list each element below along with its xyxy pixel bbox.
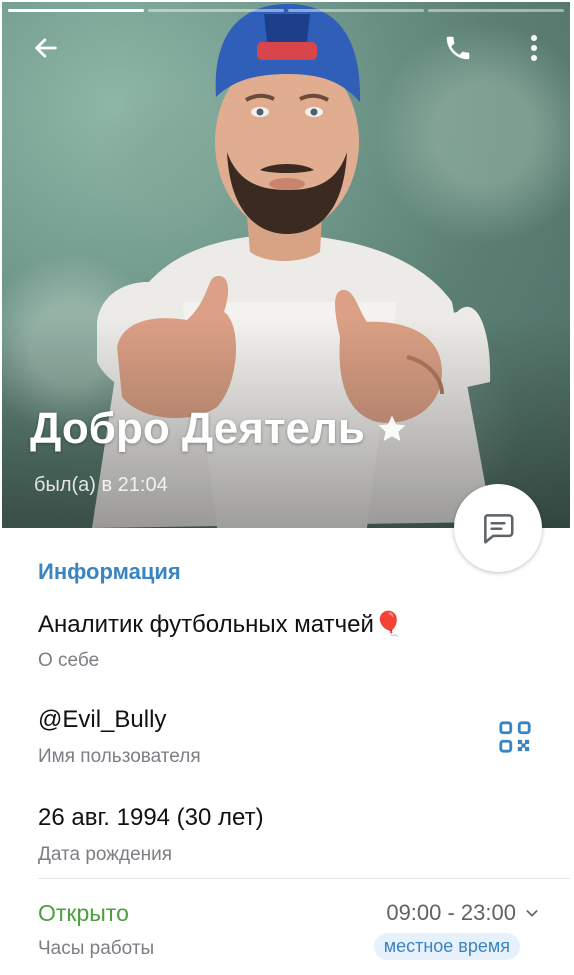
profile-photo[interactable]: Добро Деятель был(а) в 21:04 xyxy=(2,2,570,528)
story-progress-segment xyxy=(428,9,564,12)
business-hours[interactable]: 09:00 - 23:00 xyxy=(386,900,540,926)
phone-icon xyxy=(446,36,470,60)
divider xyxy=(38,878,570,879)
business-status: Открыто xyxy=(38,900,129,926)
business-hours-label: Часы работы xyxy=(38,938,155,959)
business-hours-value: 09:00 - 23:00 xyxy=(386,900,516,925)
back-button[interactable] xyxy=(26,28,66,68)
section-title-info: Информация xyxy=(38,559,181,584)
arrow-left-icon xyxy=(35,38,57,58)
story-progress-segment xyxy=(148,9,284,12)
bio-label: О себе xyxy=(38,650,100,671)
username-label: Имя пользователя xyxy=(38,746,201,767)
story-progress xyxy=(8,9,564,12)
star-icon[interactable] xyxy=(375,412,409,446)
bio-text[interactable]: Аналитик футбольных матчей🎈 xyxy=(38,610,404,639)
story-progress-segment xyxy=(8,9,144,12)
profile-name: Добро Деятель xyxy=(30,404,365,453)
call-button[interactable] xyxy=(438,28,478,68)
last-seen-status: был(а) в 21:04 xyxy=(34,474,168,496)
chevron-down-icon xyxy=(526,910,538,917)
timezone-badge[interactable]: местное время xyxy=(373,933,520,960)
message-button[interactable] xyxy=(454,484,542,572)
username-text[interactable]: @Evil_Bully xyxy=(38,706,166,734)
qr-code-icon[interactable] xyxy=(498,720,532,754)
birthday-label: Дата рождения xyxy=(38,844,173,865)
chat-bubble-icon xyxy=(484,514,514,544)
story-progress-segment xyxy=(288,9,424,12)
birthday-text[interactable]: 26 авг. 1994 (30 лет) xyxy=(38,804,264,832)
more-options-button[interactable] xyxy=(514,28,554,68)
more-vertical-icon xyxy=(531,35,537,61)
profile-name-row: Добро Деятель xyxy=(30,404,409,454)
profile-screen: Добро Деятель был(а) в 21:04 Информация … xyxy=(2,2,570,971)
